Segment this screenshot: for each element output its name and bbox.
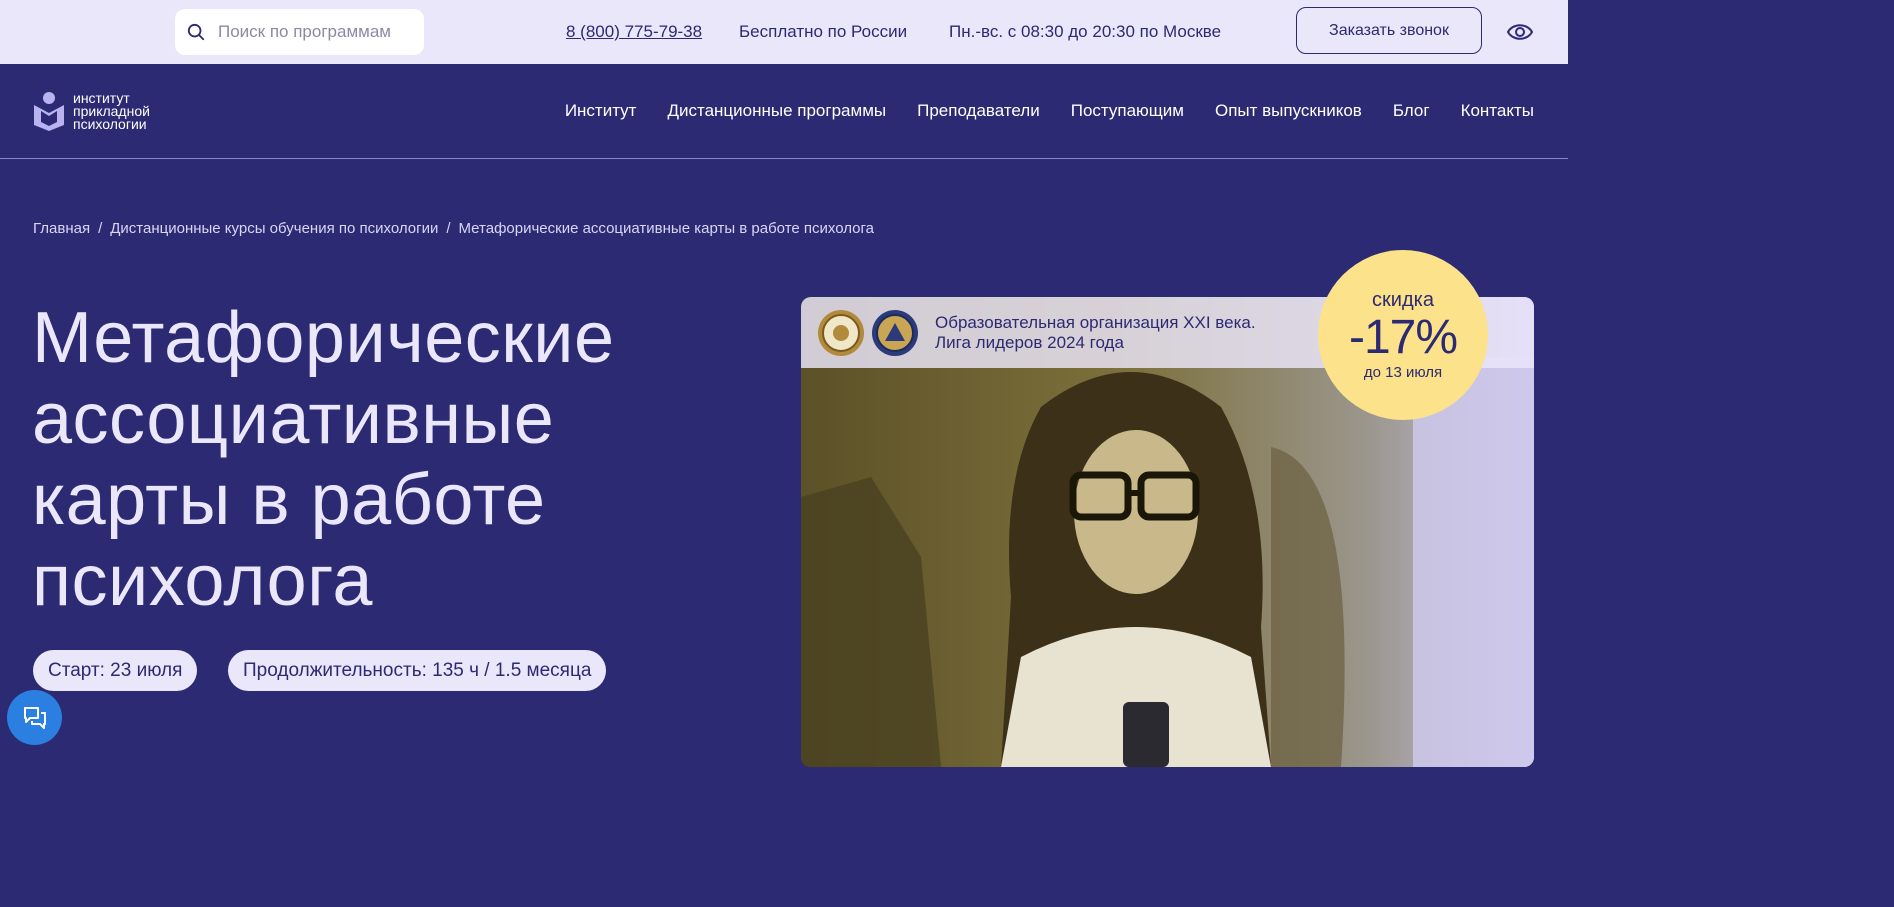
search-input[interactable]	[218, 22, 418, 42]
working-hours: Пн.-вс. с 08:30 до 20:30 по Москве	[949, 22, 1222, 41]
logo-line: психологии	[73, 115, 147, 132]
award-seal-icon	[872, 309, 918, 356]
nav-item-applicants[interactable]: Поступающим	[1071, 101, 1184, 121]
discount-label: скидка	[1372, 289, 1434, 311]
breadcrumb-separator: /	[446, 220, 451, 237]
breadcrumb: Главная / Дистанционные курсы обучения п…	[33, 220, 874, 237]
chat-icon	[23, 706, 46, 729]
breadcrumb-current: Метафорические ассоциативные карты в раб…	[458, 220, 875, 237]
nav-item-teachers[interactable]: Преподаватели	[917, 101, 1040, 121]
title-line: ассоциативные	[32, 379, 555, 459]
award-text: Образовательная организация XXI века. Ли…	[935, 313, 1256, 353]
breadcrumb-separator: /	[98, 220, 103, 237]
duration-badge: Продолжительность: 135 ч / 1.5 месяца	[228, 650, 607, 691]
breadcrumb-distance-courses[interactable]: Дистанционные курсы обучения по психолог…	[110, 220, 438, 237]
search-icon	[187, 23, 205, 41]
top-bar: 8 (800) 775-79-38 Бесплатно по России Пн…	[0, 0, 1568, 64]
discount-value: -17%	[1348, 311, 1458, 364]
logo-text: институт прикладной психологии	[73, 91, 150, 132]
title-line: психолога	[32, 541, 373, 621]
award-line: Лига лидеров 2024 года	[935, 332, 1124, 352]
request-call-button[interactable]: Заказать звонок	[1296, 7, 1482, 54]
nav-item-contacts[interactable]: Контакты	[1461, 101, 1534, 121]
discount-badge: скидка -17% до 13 июля	[1318, 250, 1488, 420]
nav-item-graduates[interactable]: Опыт выпускников	[1215, 101, 1362, 121]
title-line: Метафорические	[32, 298, 615, 378]
page-title: Метафорические ассоциативные карты в раб…	[32, 298, 752, 622]
phone-link[interactable]: 8 (800) 775-79-38	[566, 22, 702, 42]
discount-deadline: до 13 июля	[1363, 364, 1443, 381]
chat-button[interactable]	[7, 690, 62, 745]
nav-item-institute[interactable]: Институт	[565, 101, 637, 121]
nav-item-blog[interactable]: Блог	[1393, 101, 1430, 121]
award-seal-icon	[818, 309, 864, 356]
main-navbar: институт прикладной психологии Институт …	[0, 64, 1568, 159]
breadcrumb-home[interactable]: Главная	[33, 220, 90, 237]
logo-icon	[34, 92, 64, 131]
start-date-badge: Старт: 23 июля	[33, 650, 198, 691]
eye-icon[interactable]	[1506, 19, 1534, 45]
award-line: Образовательная организация XXI века.	[935, 312, 1256, 332]
search-box[interactable]	[175, 9, 424, 55]
nav-item-distance-programs[interactable]: Дистанционные программы	[667, 101, 886, 121]
main-menu: Институт Дистанционные программы Препода…	[565, 101, 1534, 121]
title-line: карты в работе	[32, 460, 546, 540]
site-logo[interactable]: институт прикладной психологии	[32, 91, 150, 131]
free-call-note: Бесплатно по России	[739, 22, 908, 41]
